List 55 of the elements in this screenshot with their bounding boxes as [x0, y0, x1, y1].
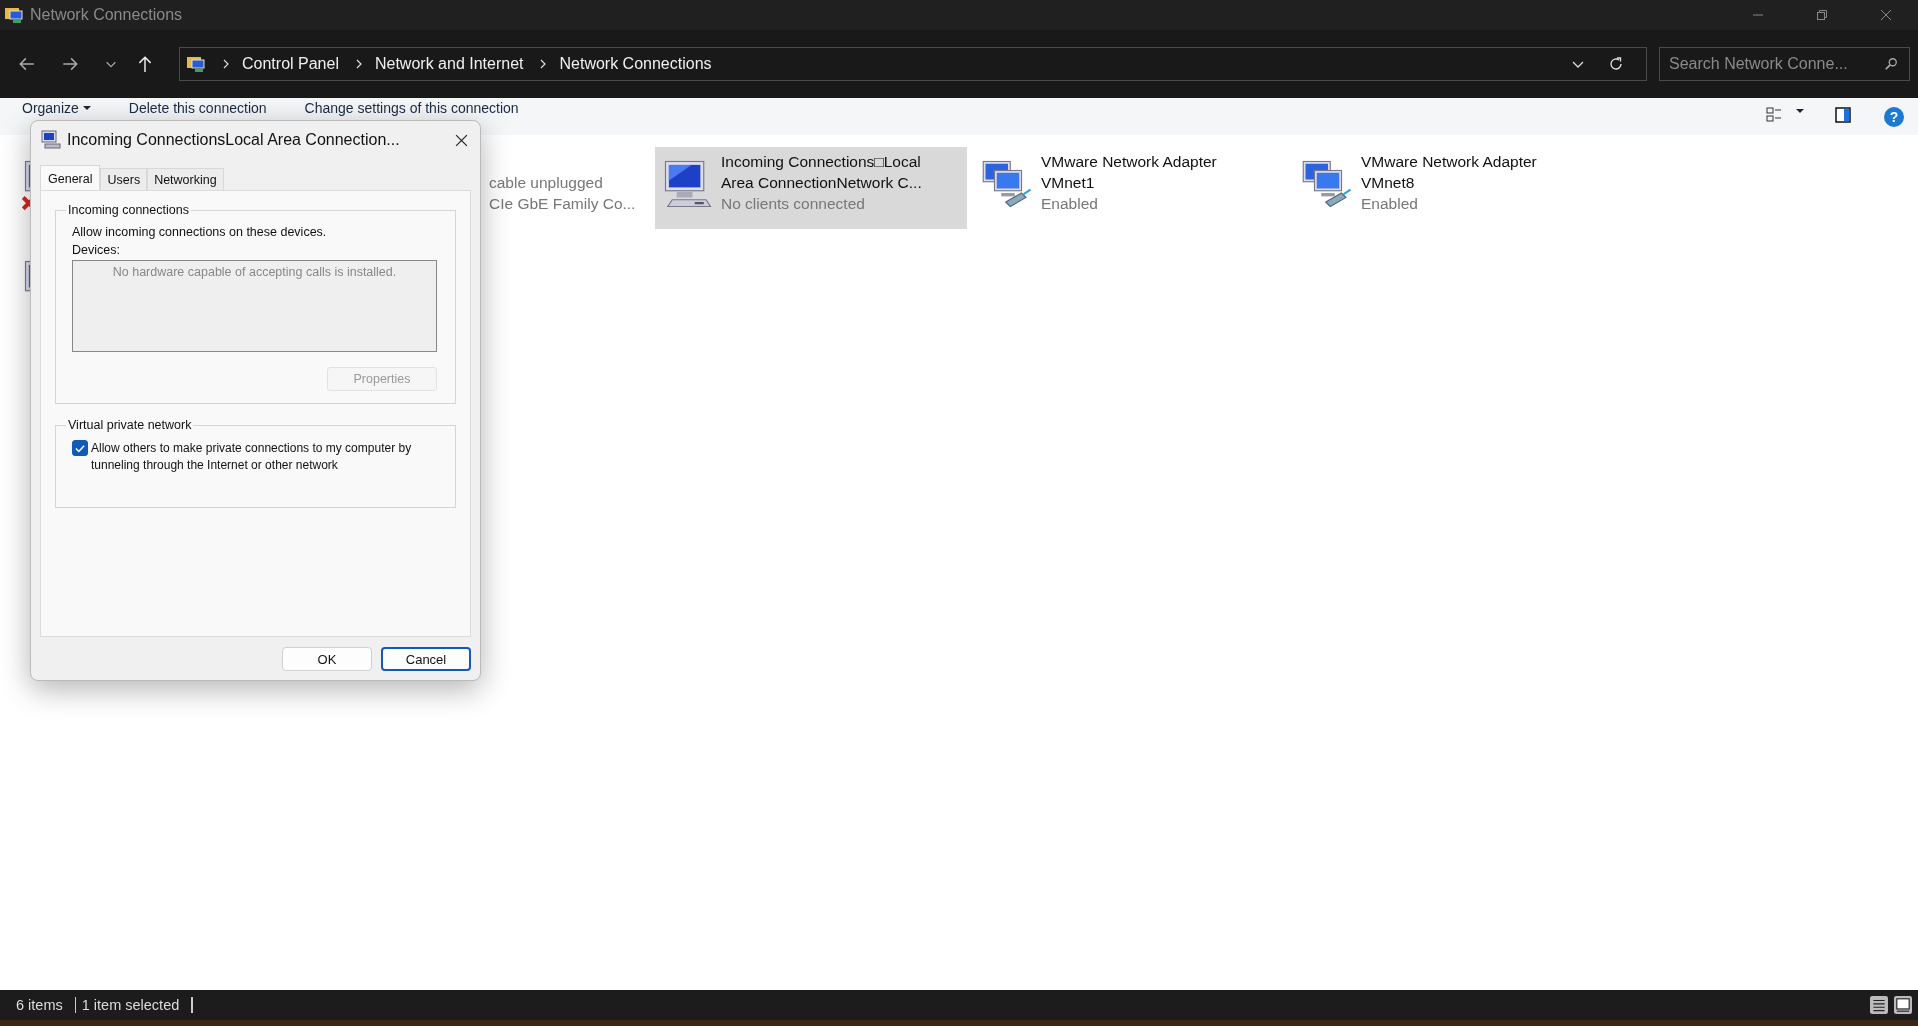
dialog-title: Incoming ConnectionsLocal Area Connection... — [67, 131, 401, 149]
chevron-icon — [539, 58, 548, 70]
breadcrumb[interactable]: Control Panel — [242, 55, 339, 73]
help-button[interactable]: ? — [1884, 107, 1904, 127]
connection-status: Enabled — [1361, 194, 1419, 214]
item-count: 6 items — [10, 997, 76, 1013]
window-title: Network Connections — [30, 6, 183, 24]
connection-name: VMware Network Adapter VMnet1 — [1041, 152, 1217, 193]
caret-icon[interactable] — [1796, 107, 1804, 115]
connection-name: Incoming Connections□Local Area ConnectionNetwork C... — [721, 152, 922, 193]
connection-status: Enabled — [1041, 194, 1099, 214]
connection-status: cable unplugged — [489, 173, 604, 193]
tab[interactable]: General — [40, 165, 101, 190]
tab[interactable]: Networking — [147, 168, 224, 190]
empty-list-message: No hardware capable of accepting calls is installed. — [112, 265, 397, 279]
preview-pane-icon[interactable] — [1834, 107, 1852, 123]
selection-count: 1 item selected — [75, 997, 193, 1013]
address-bar[interactable]: Control Panel Network and Internet Network Connections — [179, 47, 1647, 81]
details-view-icon[interactable] — [1870, 996, 1888, 1014]
search-field[interactable]: Search Network Conne... — [1659, 47, 1910, 81]
search-icon — [1884, 57, 1898, 71]
computer-icon — [41, 130, 61, 150]
device-name: CIe GbE Family Co... — [489, 194, 636, 214]
up-icon[interactable] — [136, 55, 154, 73]
command-button[interactable]: Change settings of this connection — [294, 98, 529, 116]
chevron-icon — [354, 58, 363, 70]
tab[interactable]: Users — [100, 168, 148, 190]
breadcrumb[interactable]: Network Connections — [559, 55, 712, 73]
command-button[interactable]: Delete this connection — [118, 98, 277, 116]
connection-item[interactable]: VMware Network Adapter VMnet8 Enabled — [1295, 147, 1607, 229]
dialog-button[interactable]: Cancel — [381, 647, 471, 671]
network-folder-icon — [186, 54, 206, 74]
dialog-button[interactable]: OK — [282, 647, 372, 671]
view-options-icon[interactable] — [1766, 107, 1784, 123]
refresh-icon[interactable] — [1608, 56, 1624, 72]
devices-label: Devices: — [72, 243, 121, 257]
restore-icon[interactable] — [1816, 9, 1828, 21]
connection-status: No clients connected — [721, 194, 866, 214]
caret-icon — [82, 104, 91, 112]
group-title: Virtual private network — [67, 418, 193, 432]
group-title: Incoming connections — [67, 203, 190, 217]
back-icon[interactable] — [18, 55, 36, 73]
forward-icon[interactable] — [61, 55, 79, 73]
connection-item[interactable]: VMware Network Adapter VMnet1 Enabled — [975, 147, 1287, 229]
checkbox[interactable] — [72, 440, 88, 456]
large-icons-view-icon[interactable] — [1894, 996, 1912, 1014]
breadcrumb[interactable]: Network and Internet — [374, 55, 524, 73]
description-text: Allow incoming connections on these devices. — [72, 225, 328, 239]
connection-name: VMware Network Adapter VMnet8 — [1361, 152, 1537, 193]
command-button[interactable]: Organize — [12, 98, 101, 116]
connection-item[interactable]: Incoming Connections□Local Area ConnectionNetwork C... No clients connected — [655, 147, 967, 229]
close-icon[interactable] — [455, 133, 468, 147]
network-folder-icon — [4, 5, 24, 25]
chevron-icon — [222, 58, 230, 70]
checkbox-label: Allow others to make private connections to my computer by tunneling through the Internet or other network — [91, 440, 413, 474]
